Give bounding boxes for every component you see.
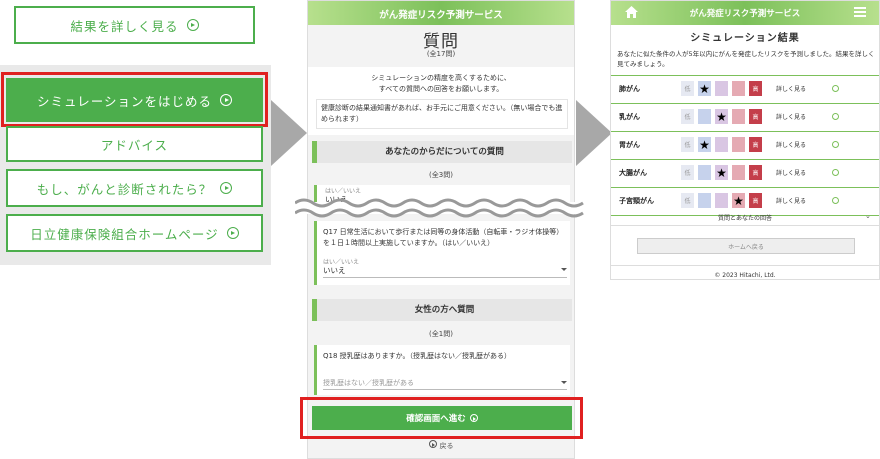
circle-arrow-icon xyxy=(186,19,199,31)
circle-arrow-icon xyxy=(226,227,239,239)
hamburger-menu-icon[interactable] xyxy=(854,7,866,17)
if-diagnosed-button[interactable]: もし、がんと診断されたら？ xyxy=(6,169,263,207)
circle-arrow-icon[interactable] xyxy=(832,85,840,92)
risk-level-cell xyxy=(715,137,728,152)
view-detail-link[interactable]: 詳しく見る xyxy=(776,112,806,121)
question-18-text: Q18 授乳歴はありますか。（授乳歴はない／授乳歴がある） xyxy=(323,352,512,360)
chevron-down-icon[interactable]: ⌄ xyxy=(865,212,871,220)
cancer-name: 子宮頸がん xyxy=(619,196,654,205)
section-header-women: 女性の方へ質問 xyxy=(312,299,572,321)
circle-arrow-icon[interactable] xyxy=(832,169,840,176)
risk-row: 大腸がん 低 ★ 高 詳しく見る xyxy=(611,159,879,185)
view-detail-link[interactable]: 詳しく見る xyxy=(776,196,806,205)
circle-arrow-icon[interactable] xyxy=(832,113,840,120)
risk-high-cell: 高 xyxy=(749,193,762,208)
risk-level-cell xyxy=(698,165,711,180)
risk-level-cell xyxy=(732,137,745,152)
back-label: 戻る xyxy=(439,442,454,450)
risk-low-cell: 低 xyxy=(681,137,694,152)
intro-line-1: シミュレーションの精度を高くするために、 xyxy=(371,74,511,82)
view-detail-label: 結果を詳しく見る xyxy=(70,18,179,34)
results-description: あなたに似た条件の人が5年以内にがんを発症したリスクを予測しました。結果を詳しく… xyxy=(617,50,875,68)
home-return-label: ホームへ戻る xyxy=(728,243,764,251)
page-title: シミュレーション結果 xyxy=(690,33,800,44)
risk-star-icon: ★ xyxy=(698,137,711,152)
advice-label: アドバイス xyxy=(100,137,169,153)
risk-low-cell: 低 xyxy=(681,109,694,124)
risk-low-cell: 低 xyxy=(681,165,694,180)
risk-low-cell: 低 xyxy=(681,81,694,96)
service-title: がん発症リスク予測サービス xyxy=(379,10,503,21)
field-underline xyxy=(323,389,567,390)
homepage-button[interactable]: 日立健康保険組合ホームページ xyxy=(6,214,263,252)
copyright: © 2023 Hitachi, Ltd. xyxy=(714,272,776,279)
risk-level-cell xyxy=(732,165,745,180)
homepage-label: 日立健康保険組合ホームページ xyxy=(30,226,219,242)
questionnaire-screen: がん発症リスク予測サービス 質問 (全17問) シミュレーションの精度を高くする… xyxy=(307,0,575,459)
wave-divider xyxy=(295,198,587,218)
circle-arrow-icon xyxy=(428,440,437,448)
cancer-name: 胃がん xyxy=(619,140,640,149)
cancer-name: 肺がん xyxy=(619,84,640,93)
chevron-down-icon[interactable] xyxy=(561,268,567,271)
highlight-frame xyxy=(1,72,268,127)
view-detail-button[interactable]: 結果を詳しく見る xyxy=(14,6,255,44)
question-18-box: Q18 授乳歴はありますか。（授乳歴はない／授乳歴がある） 授乳歴はない／授乳歴… xyxy=(314,345,570,395)
cancer-name: 乳がん xyxy=(619,112,640,121)
risk-low-cell: 低 xyxy=(681,193,694,208)
risk-row: 胃がん 低 ★ 高 詳しく見る xyxy=(611,131,879,157)
field-underline xyxy=(323,277,567,278)
risk-level-cell xyxy=(715,81,728,96)
risk-row: 子宮頸がん 低 ★ 高 詳しく見る xyxy=(611,187,879,213)
view-detail-link[interactable]: 詳しく見る xyxy=(776,84,806,93)
view-detail-link[interactable]: 詳しく見る xyxy=(776,168,806,177)
if-diagnosed-label: もし、がんと診断されたら？ xyxy=(36,181,213,197)
question-17-box: Q17 日常生活において歩行または同等の身体活動（自転車・ラジオ体操等）を１日１… xyxy=(314,221,570,285)
risk-row: 乳がん 低 ★ 高 詳しく見る xyxy=(611,103,879,129)
back-link[interactable]: 戻る xyxy=(308,440,574,451)
risk-high-cell: 高 xyxy=(749,109,762,124)
flow-arrow-icon xyxy=(271,100,307,166)
q17-select[interactable]: いいえ xyxy=(323,265,346,276)
service-title: がん発症リスク予測サービス xyxy=(689,9,801,19)
risk-high-cell: 高 xyxy=(749,81,762,96)
risk-row: 肺がん 低 ★ 高 詳しく見る xyxy=(611,75,879,101)
circle-arrow-icon[interactable] xyxy=(832,197,840,204)
chevron-down-icon[interactable] xyxy=(561,381,567,384)
section-count-women: (全1問) xyxy=(429,330,453,338)
question-17-text: Q17 日常生活において歩行または同等の身体活動（自転車・ラジオ体操等）を１日１… xyxy=(323,228,564,247)
q18-select[interactable]: 授乳歴はない／授乳歴がある xyxy=(323,378,414,388)
advice-button[interactable]: アドバイス xyxy=(6,126,263,162)
risk-star-icon: ★ xyxy=(698,81,711,96)
risk-level-cell xyxy=(732,81,745,96)
cancer-name: 大腸がん xyxy=(619,168,647,177)
risk-level-cell xyxy=(732,109,745,124)
section-count-body: (全3問) xyxy=(429,171,453,179)
risk-star-icon: ★ xyxy=(715,165,728,180)
risk-star-icon: ★ xyxy=(715,109,728,124)
risk-high-cell: 高 xyxy=(749,165,762,180)
intro-line-2: すべての質問への回答をお願いします。 xyxy=(378,85,504,93)
circle-arrow-icon xyxy=(220,182,233,194)
divider xyxy=(611,265,879,266)
section-header-body: あなたのからだについての質問 xyxy=(312,141,572,163)
risk-level-cell xyxy=(715,193,728,208)
risk-level-cell xyxy=(698,109,711,124)
question-count: (全17問) xyxy=(426,50,456,58)
circle-arrow-icon[interactable] xyxy=(832,141,840,148)
notice-text: 健康診断の結果通知書があれば、お手元にご用意ください。（無い場合でも進められます… xyxy=(316,99,568,129)
highlight-frame xyxy=(300,397,583,439)
qa-label: 質問とあなたの回答 xyxy=(717,215,772,222)
divider xyxy=(611,225,879,226)
risk-level-cell xyxy=(698,193,711,208)
risk-star-icon: ★ xyxy=(732,193,745,208)
qa-toggle[interactable]: 質問とあなたの回答 xyxy=(611,213,879,222)
results-screen: がん発症リスク予測サービス シミュレーション結果 あなたに似た条件の人が5年以内… xyxy=(610,0,880,280)
view-detail-link[interactable]: 詳しく見る xyxy=(776,140,806,149)
home-return-button[interactable]: ホームへ戻る xyxy=(637,238,855,254)
risk-high-cell: 高 xyxy=(749,137,762,152)
flow-arrow-icon xyxy=(576,100,612,166)
